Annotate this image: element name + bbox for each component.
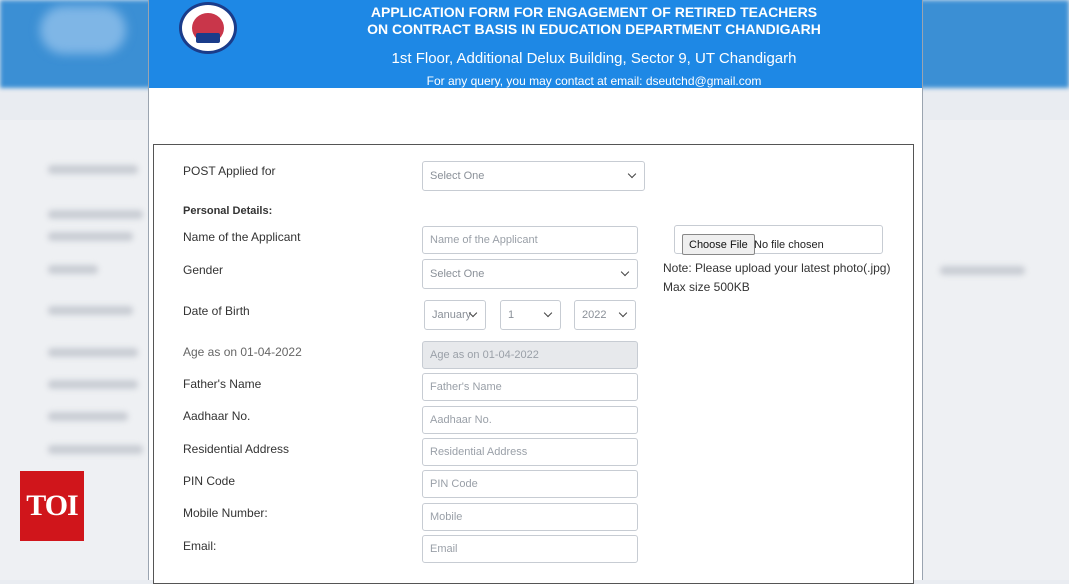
father-name-input[interactable] (422, 373, 638, 401)
age-input (422, 341, 638, 369)
dob-year-value: 2022 (582, 309, 607, 321)
page-title-line1: APPLICATION FORM FOR ENGAGEMENT OF RETIR… (370, 4, 818, 20)
aadhaar-label: Aadhaar No. (183, 409, 251, 423)
chevron-down-icon (629, 171, 637, 179)
chevron-down-icon (545, 310, 553, 318)
email-input[interactable] (422, 535, 638, 563)
background-text (48, 210, 143, 219)
background-logo (40, 6, 126, 54)
application-page: APPLICATION FORM FOR ENGAGEMENT OF RETIR… (148, 0, 923, 584)
name-input[interactable] (422, 226, 638, 254)
page-title-line2: ON CONTRACT BASIS IN EDUCATION DEPARTMEN… (367, 21, 821, 37)
dob-year-select[interactable]: 2022 (574, 300, 636, 330)
father-name-label: Father's Name (183, 377, 262, 391)
email-label: Email: (183, 539, 217, 553)
toi-logo: TOI (20, 471, 84, 541)
background-text (48, 348, 138, 357)
post-label: POST Applied for (183, 164, 276, 178)
background-text (48, 306, 133, 315)
personal-details-heading: Personal Details: (183, 205, 273, 217)
choose-file-button[interactable]: Choose File (682, 234, 755, 255)
mobile-input[interactable] (422, 503, 638, 531)
post-select-value: Select One (430, 170, 485, 182)
photo-size-note: Max size 500KB (663, 280, 750, 294)
pin-code-input[interactable] (422, 470, 638, 498)
header-query: For any query, you may contact at email:… (426, 74, 762, 88)
gender-select[interactable]: Select One (422, 259, 638, 289)
background-text (48, 265, 98, 274)
pin-code-label: PIN Code (183, 474, 236, 488)
dob-month-select[interactable]: January (424, 300, 486, 330)
photo-note: Note: Please upload your latest photo(.j… (663, 261, 891, 275)
gender-select-value: Select One (430, 268, 485, 280)
department-logo-icon (179, 2, 237, 54)
aadhaar-input[interactable] (422, 406, 638, 434)
page-header: APPLICATION FORM FOR ENGAGEMENT OF RETIR… (149, 0, 922, 88)
post-select[interactable]: Select One (422, 161, 645, 191)
toi-logo-text: TOI (26, 489, 78, 522)
background-text (48, 165, 138, 174)
dob-day-value: 1 (508, 309, 515, 321)
chevron-down-icon (620, 310, 628, 318)
application-form: POST Applied for Select One Personal Det… (153, 144, 914, 584)
dob-label: Date of Birth (183, 304, 250, 318)
background-text (48, 232, 133, 241)
address-input[interactable] (422, 438, 638, 466)
dob-month-value: January (432, 309, 472, 321)
address-label: Residential Address (183, 442, 290, 456)
background-text (48, 412, 128, 421)
header-address: 1st Floor, Additional Delux Building, Se… (391, 50, 797, 67)
photo-file-input: Choose File No file chosen (674, 225, 883, 255)
age-label: Age as on 01-04-2022 (183, 345, 302, 359)
name-label: Name of the Applicant (183, 230, 301, 244)
dob-day-select[interactable]: 1 (500, 300, 561, 330)
background-text (48, 380, 138, 389)
file-status: No file chosen (754, 239, 824, 251)
gender-label: Gender (183, 263, 224, 277)
background-text (48, 445, 143, 454)
mobile-label: Mobile Number: (183, 506, 268, 520)
chevron-down-icon (470, 310, 478, 318)
chevron-down-icon (622, 269, 630, 277)
background-text (940, 266, 1025, 275)
